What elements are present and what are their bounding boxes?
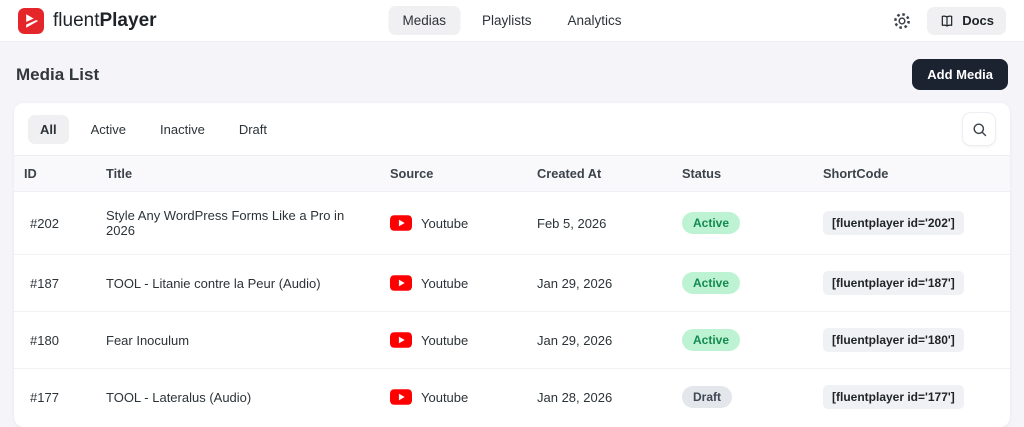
- nav-item[interactable]: Analytics: [554, 6, 636, 35]
- add-media-button[interactable]: Add Media: [912, 59, 1008, 90]
- card-toolbar: All Active Inactive Draft: [14, 103, 1010, 156]
- media-source: Youtube: [380, 311, 527, 369]
- brand-logo[interactable]: fluentPlayer: [18, 7, 157, 34]
- column-header: Created At: [527, 156, 672, 192]
- page-head: Media List Add Media: [0, 42, 1024, 103]
- fluentplayer-logo-icon: [18, 7, 44, 34]
- media-table: ID Title Source Created At Status ShortCode #…: [14, 156, 1010, 425]
- youtube-icon: [390, 215, 412, 231]
- brand-name: fluentPlayer: [53, 9, 157, 31]
- table-row: #202 Style Any WordPress Forms Like a Pr…: [14, 191, 1010, 255]
- media-source: Youtube: [380, 254, 527, 312]
- media-id: #180: [14, 311, 96, 369]
- media-id: #202: [14, 191, 96, 255]
- column-header: Status: [672, 156, 813, 192]
- filter-tab[interactable]: Draft: [227, 115, 279, 144]
- status-badge: Active: [682, 212, 741, 234]
- youtube-icon: [390, 389, 412, 405]
- status-badge: Active: [682, 329, 741, 351]
- search-icon: [971, 121, 988, 138]
- top-header: fluentPlayer Medias Playlists Analytics Do…: [0, 0, 1024, 42]
- filter-tab[interactable]: Inactive: [148, 115, 217, 144]
- column-header: ID: [14, 156, 96, 192]
- docs-button[interactable]: Docs: [927, 6, 1006, 35]
- shortcode-chip[interactable]: [fluentplayer id='187']: [823, 271, 964, 295]
- media-title: Style Any WordPress Forms Like a Pro in …: [96, 191, 380, 255]
- column-header: Source: [380, 156, 527, 192]
- media-list-card: All Active Inactive Draft ID Title Source Crea…: [14, 103, 1010, 427]
- status-badge: Draft: [682, 386, 733, 408]
- table-row: #180 Fear Inoculum Youtube Jan 29, 2026 …: [14, 311, 1010, 369]
- status-badge: Active: [682, 272, 741, 294]
- created-at: Jan 29, 2026: [527, 254, 672, 312]
- settings-gear-icon[interactable]: [892, 11, 912, 31]
- table-header-row: ID Title Source Created At Status ShortCode: [14, 156, 1010, 192]
- media-source: Youtube: [380, 191, 527, 255]
- status-filters: All Active Inactive Draft: [28, 114, 279, 144]
- youtube-icon: [390, 332, 412, 348]
- book-icon: [939, 13, 955, 29]
- shortcode-chip[interactable]: [fluentplayer id='180']: [823, 328, 964, 352]
- source-label: Youtube: [421, 275, 469, 291]
- docs-label: Docs: [962, 13, 994, 28]
- media-title: TOOL - Litanie contre la Peur (Audio): [96, 254, 380, 312]
- table-row: #177 TOOL - Lateralus (Audio) Youtube Ja…: [14, 369, 1010, 426]
- created-at: Jan 29, 2026: [527, 311, 672, 369]
- media-source: Youtube: [380, 369, 527, 426]
- nav-item[interactable]: Medias: [388, 6, 460, 35]
- shortcode-chip[interactable]: [fluentplayer id='202']: [823, 211, 964, 235]
- source-label: Youtube: [421, 215, 469, 231]
- media-title: Fear Inoculum: [96, 311, 380, 369]
- source-label: Youtube: [421, 332, 469, 348]
- created-at: Jan 28, 2026: [537, 389, 613, 405]
- nav-item[interactable]: Playlists: [468, 6, 546, 35]
- shortcode-chip[interactable]: [fluentplayer id='177']: [823, 385, 964, 409]
- youtube-icon: [390, 275, 412, 291]
- created-at: Feb 5, 2026: [527, 191, 672, 255]
- top-actions: Docs: [892, 6, 1006, 35]
- filter-tab[interactable]: All: [28, 114, 69, 144]
- table-row: #187 TOOL - Litanie contre la Peur (Audi…: [14, 254, 1010, 312]
- media-title: TOOL - Lateralus (Audio): [106, 389, 252, 405]
- filter-tab[interactable]: Active: [79, 115, 138, 144]
- main-nav: Medias Playlists Analytics: [388, 6, 635, 35]
- search-button[interactable]: [962, 112, 996, 146]
- page-title: Media List: [16, 64, 100, 84]
- column-header: ShortCode: [813, 156, 1010, 192]
- media-id: #177: [30, 389, 59, 405]
- column-header: Title: [96, 156, 380, 192]
- media-id: #187: [14, 254, 96, 312]
- source-label: Youtube: [421, 389, 469, 405]
